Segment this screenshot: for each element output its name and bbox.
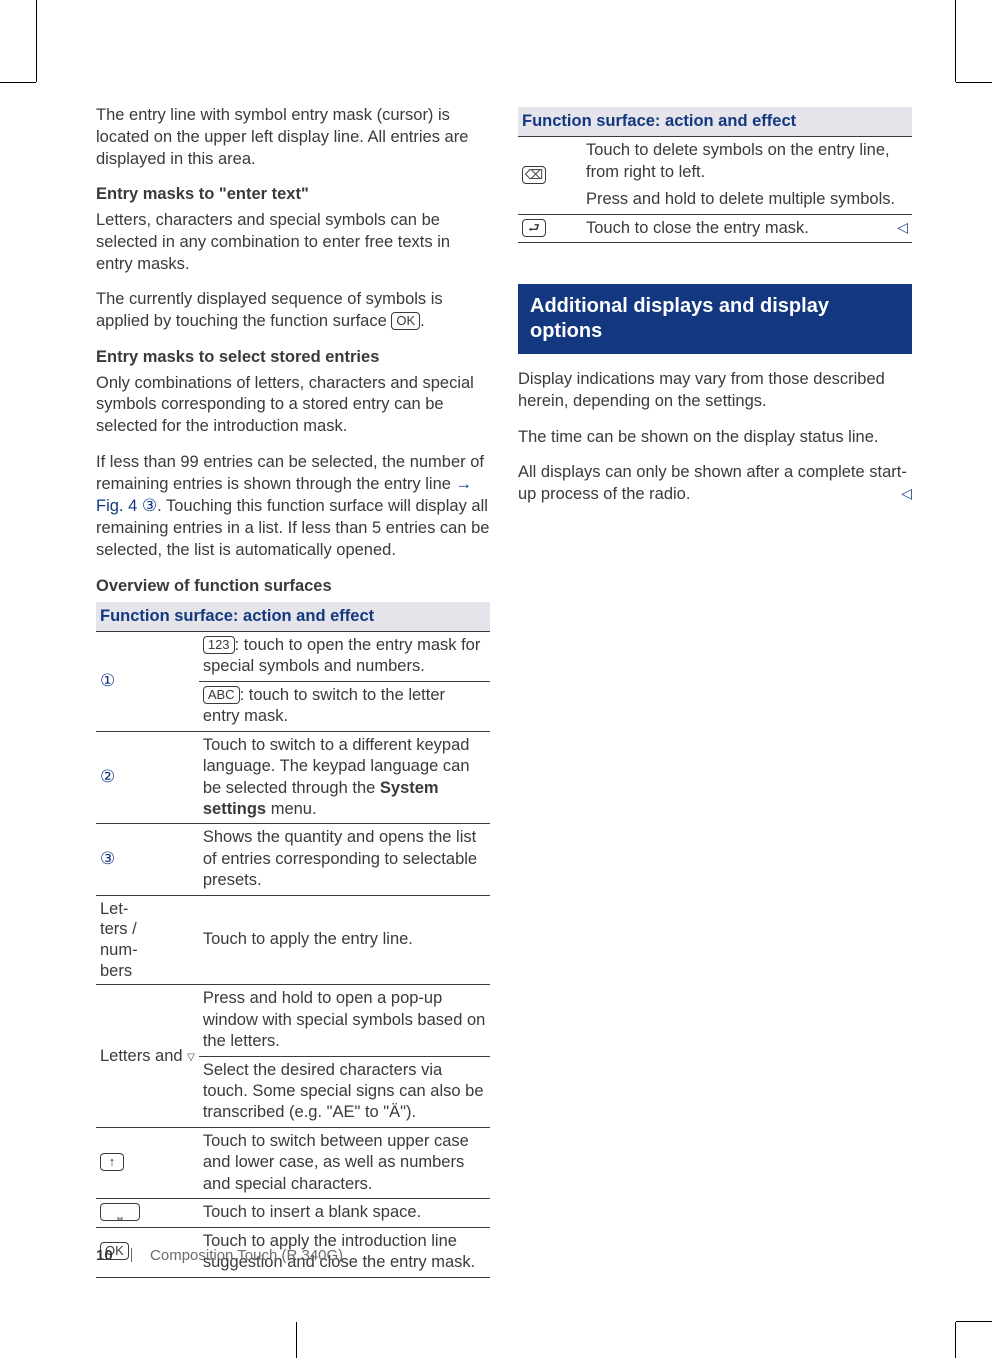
section-heading-additional-displays: Additional displays and display options (518, 283, 912, 355)
function-surface-table-continued: Function surface: action and effect ⌫ To… (518, 107, 912, 243)
letters-numbers-label: Let- ters / num- bers (96, 895, 199, 985)
table-cell: ABC: touch to switch to the letter entry… (199, 681, 490, 731)
space-key-icon: ⎵ (100, 1203, 140, 1221)
body-text: The time can be shown on the display sta… (518, 427, 912, 449)
table-cell: Touch to delete symbols on the entry lin… (582, 137, 912, 186)
123-key-icon: 123 (203, 636, 235, 654)
subheading-overview-surfaces: Overview of function surfaces (96, 576, 490, 598)
table-cell: Touch to close the entry mask. ◁ (582, 214, 912, 242)
subheading-entry-masks-enter: Entry masks to "enter text" (96, 184, 490, 206)
circled-number: ③ (142, 496, 157, 515)
letters-triangle-label: Letters and ▽ (96, 985, 199, 1128)
cell-text: Touch to close the entry mask. (586, 219, 809, 237)
body-text: The entry line with symbol entry mask (c… (96, 105, 490, 170)
body-text: If less than 99 entries can be selected,… (96, 452, 490, 562)
body-text-part: If less than 99 entries can be selected,… (96, 453, 484, 493)
page-footer: 10 Composition Touch (R 340G) (96, 1247, 343, 1264)
body-text: All displays can only be shown after a c… (518, 462, 912, 506)
cell-text: : touch to open the entry mask for speci… (203, 636, 481, 675)
chapter-title: Composition Touch (R 340G) (150, 1247, 343, 1264)
backspace-key-icon: ⌫ (522, 166, 546, 184)
ok-key-icon: OK (391, 312, 420, 330)
left-column: The entry line with symbol entry mask (c… (96, 105, 490, 1278)
function-surface-table: Function surface: action and effect ① 12… (96, 602, 490, 1278)
circled-number-3: ③ (100, 849, 115, 868)
back-key-icon: ⮐ (522, 219, 546, 237)
table-cell: Touch to switch to a different keypad la… (199, 731, 490, 824)
crop-mark (296, 1322, 297, 1358)
body-text: Display indications may vary from those … (518, 369, 912, 413)
body-text-part: All displays can only be shown after a c… (518, 463, 907, 503)
circled-number-2: ② (100, 767, 115, 786)
table-cell: Touch to insert a blank space. (199, 1199, 490, 1227)
circled-number-1: ① (100, 671, 115, 690)
table-cell: Press and hold to delete multiple symbol… (582, 186, 912, 214)
page-number: 10 (96, 1247, 113, 1264)
footer-separator (131, 1248, 132, 1262)
subheading-entry-masks-stored: Entry masks to select stored entries (96, 347, 490, 369)
abc-key-icon: ABC (203, 686, 240, 704)
table-cell: Select the desired characters via touch.… (199, 1056, 490, 1127)
end-triangle-icon: ◁ (897, 218, 908, 236)
table-cell: Shows the quantity and opens the list of… (199, 824, 490, 895)
body-text-part: . (420, 312, 425, 330)
table-cell: Touch to switch between upper case and l… (199, 1127, 490, 1198)
crop-mark (36, 0, 37, 82)
crop-mark (956, 1321, 992, 1322)
crop-mark (0, 82, 36, 83)
crop-mark (955, 0, 956, 82)
shift-key-icon: ↑ (100, 1153, 124, 1171)
cell-text: menu. (266, 800, 316, 818)
table-cell: Press and hold to open a pop-up window w… (199, 985, 490, 1056)
table-header: Function surface: action and effect (96, 602, 490, 632)
table-cell: Touch to apply the entry line. (199, 895, 490, 985)
crop-mark (955, 1322, 956, 1358)
body-text: The currently displayed sequence of symb… (96, 289, 490, 333)
table-header: Function surface: action and effect (518, 107, 912, 137)
crop-mark (956, 82, 992, 83)
table-cell: 123: touch to open the entry mask for sp… (199, 631, 490, 681)
right-column: Function surface: action and effect ⌫ To… (518, 105, 912, 1278)
body-text: Letters, characters and special symbols … (96, 210, 490, 275)
end-triangle-icon: ◁ (901, 484, 912, 502)
body-text: Only combinations of letters, characters… (96, 373, 490, 438)
